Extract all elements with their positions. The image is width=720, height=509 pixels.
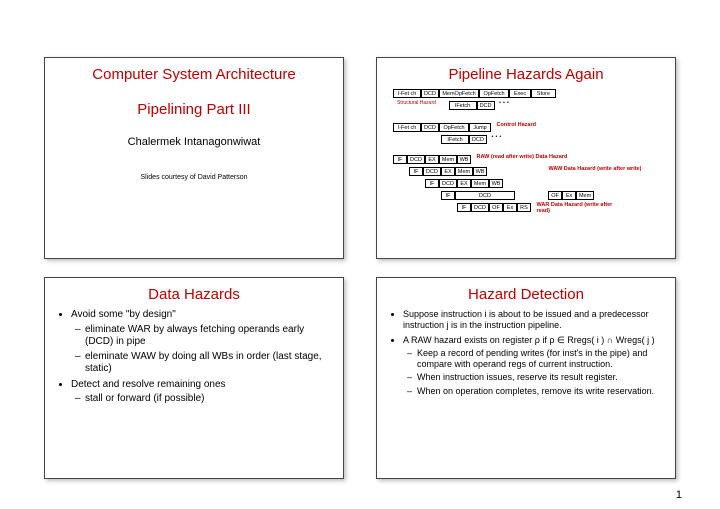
stage-box: DCD bbox=[439, 179, 457, 188]
ellipsis-icon: ••• bbox=[499, 101, 511, 107]
stage-box: DCD bbox=[421, 89, 439, 98]
slide-title-2: Pipelining Part III bbox=[53, 101, 335, 118]
list-subitem: eleminate WAW by doing all WBs in order … bbox=[85, 351, 335, 376]
stage-box: I-Fet ch bbox=[393, 123, 421, 132]
page-number: 1 bbox=[676, 489, 682, 501]
stage-box: RS bbox=[517, 203, 531, 212]
credits: Slides courtesy of David Patterson bbox=[53, 174, 335, 181]
stage-box: EX bbox=[457, 179, 471, 188]
hazard-label: WAW Data Hazard (write after write) bbox=[549, 167, 642, 173]
stage-box: WB bbox=[457, 155, 471, 164]
hazard-label: WAR Data Hazard (write after read) bbox=[537, 203, 617, 214]
stage-box: DCD bbox=[421, 123, 439, 132]
stage-box: DCD bbox=[469, 135, 487, 144]
bullet-list: Avoid some "by design" eliminate WAR by … bbox=[53, 309, 335, 406]
list-subitem: When instruction issues, reserve its res… bbox=[417, 372, 667, 383]
list-subitem: Keep a record of pending writes (for ins… bbox=[417, 348, 667, 371]
stage-box: Mem bbox=[439, 155, 457, 164]
stage-box: IF bbox=[425, 179, 439, 188]
slide-top-right: Pipeline Hazards Again I-Fet chDCDMemOpF… bbox=[376, 57, 676, 259]
stage-box: IF bbox=[409, 167, 423, 176]
ellipsis-icon: ••• bbox=[492, 135, 504, 141]
stage-box: Store bbox=[531, 89, 556, 98]
stage-box: WB bbox=[489, 179, 503, 188]
stage-box: OF bbox=[489, 203, 503, 212]
stage-box: OF bbox=[548, 191, 562, 200]
stage-box: WB bbox=[473, 167, 487, 176]
stage-box: Ex bbox=[503, 203, 517, 212]
slide-title: Data Hazards bbox=[53, 286, 335, 303]
slide-bottom-right: Hazard Detection Suppose instruction i i… bbox=[376, 277, 676, 479]
hazard-label: Control Hazard bbox=[497, 123, 536, 129]
list-item: A RAW hazard exists on register ρ if ρ ∈… bbox=[403, 335, 667, 397]
list-subitem: When on operation completes, remove its … bbox=[417, 386, 667, 397]
list-item: Detect and resolve remaining ones stall … bbox=[71, 379, 335, 406]
list-subitem: stall or forward (if possible) bbox=[85, 393, 335, 406]
slide-bottom-left: Data Hazards Avoid some "by design" elim… bbox=[44, 277, 344, 479]
pipeline-diagram: I-Fet chDCDMemOpFetchOpFetchExecStore St… bbox=[385, 89, 667, 259]
bullet-list: Suppose instruction i is about to be iss… bbox=[385, 309, 667, 397]
stage-box: DCD bbox=[477, 101, 495, 110]
slide-top-left: Computer System Architecture Pipelining … bbox=[44, 57, 344, 259]
stage-box: IF bbox=[457, 203, 471, 212]
stage-box: EX bbox=[441, 167, 455, 176]
stage-box: EX bbox=[425, 155, 439, 164]
stage-box: I-Fet ch bbox=[393, 89, 421, 98]
stage-box: OpFetch bbox=[439, 123, 469, 132]
slide-title: Pipeline Hazards Again bbox=[385, 66, 667, 83]
stage-box: DCD bbox=[471, 203, 489, 212]
hazard-label: Structural Hazard bbox=[397, 101, 447, 106]
stage-box: Mem bbox=[471, 179, 489, 188]
stage-box: IFetch bbox=[449, 101, 477, 110]
stage-box: Jump bbox=[469, 123, 491, 132]
stage-box: OpFetch bbox=[479, 89, 509, 98]
list-item: Avoid some "by design" eliminate WAR by … bbox=[71, 309, 335, 376]
stage-box: IF bbox=[441, 191, 455, 200]
hazard-label: RAW (read after write) Data Hazard bbox=[477, 155, 568, 161]
stage-box: Mem bbox=[576, 191, 594, 200]
stage-box: DCD bbox=[423, 167, 441, 176]
stage-box: Exec bbox=[509, 89, 531, 98]
slide-title: Hazard Detection bbox=[385, 286, 667, 303]
list-subitem: eliminate WAR by always fetching operand… bbox=[85, 324, 335, 349]
stage-box: MemOpFetch bbox=[439, 89, 479, 98]
stage-box: DCD bbox=[407, 155, 425, 164]
stage-box: IF bbox=[393, 155, 407, 164]
stage-box: Ex bbox=[562, 191, 576, 200]
author: Chalermek Intanagonwiwat bbox=[53, 136, 335, 148]
list-item: Suppose instruction i is about to be iss… bbox=[403, 309, 667, 332]
stage-box: Mem bbox=[455, 167, 473, 176]
stage-box: IFetch bbox=[441, 135, 469, 144]
slide-title-1: Computer System Architecture bbox=[53, 66, 335, 83]
stage-box: DCD bbox=[455, 191, 515, 200]
